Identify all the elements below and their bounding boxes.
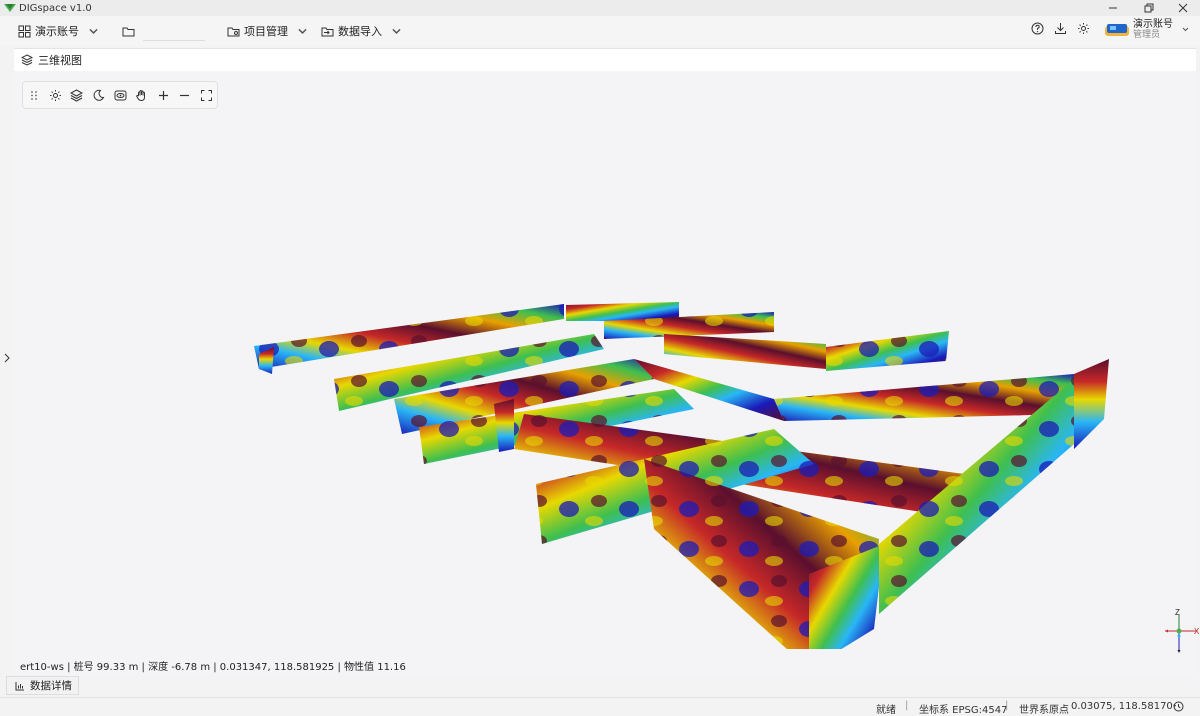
- view-settings-button[interactable]: [45, 82, 67, 108]
- moon-icon: [93, 89, 105, 101]
- chevron-down-icon: [89, 28, 98, 34]
- fullscreen-button[interactable]: [196, 82, 218, 108]
- avatar: [1105, 23, 1129, 36]
- zoom-in-button[interactable]: [152, 82, 174, 108]
- layers-icon: [21, 54, 33, 66]
- status-state: 就绪: [876, 705, 896, 716]
- folder-selector[interactable]: [118, 19, 209, 43]
- fullscreen-icon: [200, 89, 212, 101]
- folder-settings-icon: [227, 27, 240, 36]
- grid-icon: [18, 25, 31, 37]
- sidebar-expand-icon[interactable]: [3, 353, 11, 363]
- history-icon[interactable]: [1173, 701, 1184, 712]
- account-menu[interactable]: 演示账号: [14, 19, 104, 43]
- chevron-down-icon: [1182, 27, 1189, 32]
- status-crs: 坐标系 EPSG:4547: [919, 705, 1008, 716]
- toolbar-drag-handle[interactable]: [23, 82, 45, 108]
- import-menu[interactable]: 数据导入: [317, 19, 407, 43]
- minimize-button[interactable]: [1096, 0, 1130, 16]
- close-button[interactable]: [1166, 0, 1200, 16]
- settings-icon: [49, 89, 61, 101]
- view-icon: [114, 90, 127, 100]
- account-label: 演示账号: [35, 25, 79, 38]
- z-axis-label: Z: [1175, 609, 1180, 617]
- status-origin-value: 0.03075, 118.58170: [1071, 701, 1173, 712]
- panel-header: 三维视图: [14, 49, 1196, 71]
- pan-button[interactable]: [131, 82, 153, 108]
- data-detail-label: 数据详情: [30, 680, 72, 692]
- hand-icon: [136, 89, 146, 101]
- panel-minimize-button[interactable]: [1159, 54, 1171, 66]
- view-mode-button[interactable]: [109, 82, 131, 108]
- panel-title: 三维视图: [38, 54, 82, 67]
- layers-icon: [70, 88, 84, 102]
- folder-icon: [122, 27, 135, 36]
- status-separator: |: [905, 700, 909, 711]
- cursor-readout: ert10-ws | 桩号 99.33 m | 深度 -6.78 m | 0.0…: [20, 662, 406, 673]
- axis-gizmo[interactable]: Z X: [1157, 609, 1200, 659]
- gear-icon[interactable]: [1077, 22, 1090, 35]
- drag-handle-icon: [30, 90, 37, 100]
- folder-input[interactable]: [143, 21, 205, 41]
- view-toolbar: [22, 81, 218, 109]
- window-title: DIGspace v1.0: [19, 2, 92, 14]
- title-bar: DIGspace v1.0: [0, 0, 1200, 16]
- zoom-out-button[interactable]: [174, 82, 196, 108]
- user-menu[interactable]: 演示账号 管理员: [1105, 19, 1190, 40]
- status-bar: 就绪 | 坐标系 EPSG:4547 | 世界系原点 0.03075, 118.…: [0, 697, 1200, 716]
- help-icon[interactable]: [1031, 22, 1044, 35]
- 3d-scene-canvas[interactable]: [214, 249, 1114, 649]
- user-role: 管理员: [1133, 30, 1161, 40]
- main-toolbar: 演示账号 项目管理 数据导入 演示账号 管理员: [0, 16, 1200, 46]
- data-detail-tab[interactable]: 数据详情: [6, 676, 79, 695]
- 3d-view-panel: 三维视图 ert10-ws | 桩号 99.33 m | 深度 -6.78 m …: [14, 48, 1200, 676]
- minus-icon: [180, 94, 190, 96]
- plus-icon: [158, 90, 168, 100]
- panel-maximize-button[interactable]: [1179, 54, 1191, 66]
- chevron-down-icon: [298, 28, 307, 34]
- layers-button[interactable]: [66, 82, 88, 108]
- bar-chart-icon: [15, 681, 24, 690]
- restore-icon: [1144, 3, 1154, 13]
- chevron-down-icon: [392, 28, 401, 34]
- project-label: 项目管理: [244, 25, 288, 38]
- project-menu[interactable]: 项目管理: [223, 19, 313, 43]
- import-icon: [321, 27, 334, 36]
- status-origin-label: 世界系原点: [1019, 705, 1069, 716]
- x-axis-label: X: [1194, 627, 1200, 636]
- night-mode-button[interactable]: [88, 82, 110, 108]
- minimize-icon: [1109, 7, 1117, 9]
- restore-button[interactable]: [1132, 0, 1166, 16]
- import-label: 数据导入: [338, 25, 382, 38]
- app-logo-icon: [4, 4, 16, 12]
- download-icon[interactable]: [1054, 22, 1067, 35]
- close-icon: [1178, 3, 1188, 13]
- toolbar-right-icons: [1031, 22, 1090, 35]
- status-separator: |: [1005, 700, 1009, 711]
- user-name: 演示账号: [1133, 19, 1173, 30]
